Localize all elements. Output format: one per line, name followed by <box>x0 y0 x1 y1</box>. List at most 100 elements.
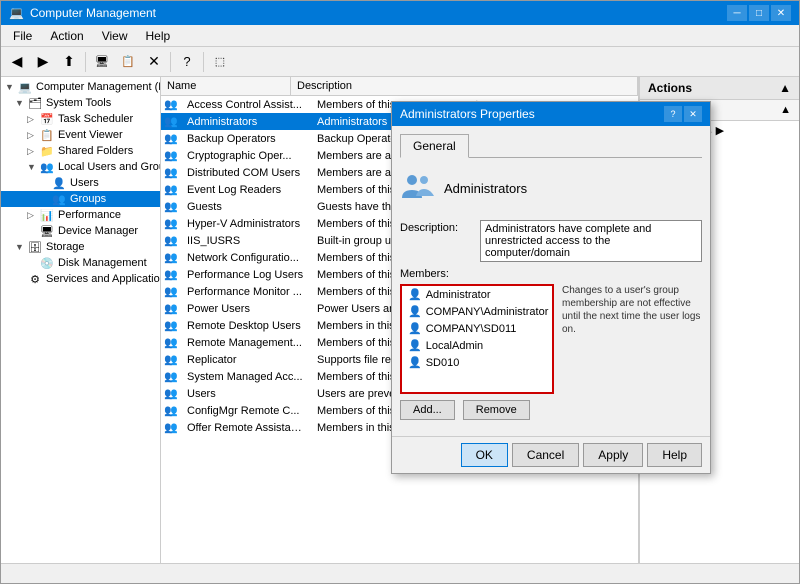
member-item[interactable]: 👤 LocalAdmin <box>402 337 552 354</box>
item-name: Performance Monitor ... <box>181 285 311 299</box>
item-name: System Managed Acc... <box>181 370 311 384</box>
tree-label-groups: Groups <box>70 193 106 205</box>
item-name: IIS_IUSRS <box>181 234 311 248</box>
dialog-help-button[interactable]: ? <box>664 106 682 122</box>
groups-icon: 👥 <box>51 192 67 206</box>
menu-view[interactable]: View <box>94 27 136 45</box>
item-name: Event Log Readers <box>181 183 311 197</box>
group-icon: 👥 <box>164 336 178 349</box>
member-icon: 👤 <box>408 288 422 301</box>
dialog-close-button[interactable]: ✕ <box>684 106 702 122</box>
tree-item-groups[interactable]: 👥 Groups <box>1 191 160 207</box>
group-large-icon <box>400 170 436 206</box>
dialog-body: General Administrators <box>392 126 710 436</box>
cancel-button[interactable]: Cancel <box>512 443 579 467</box>
member-item[interactable]: 👤 SD010 <box>402 354 552 371</box>
minimize-button[interactable]: ─ <box>727 5 747 21</box>
group-icon: 👥 <box>164 285 178 298</box>
tree-item-shared-folders[interactable]: ▷ 📁 Shared Folders <box>1 143 160 159</box>
member-item[interactable]: 👤 COMPANY\Administrator <box>402 303 552 320</box>
members-section: Members: 👤 Administrator 👤 COMPANY\Admin… <box>400 268 702 420</box>
menu-help[interactable]: Help <box>138 27 179 45</box>
forward-button[interactable]: ▶ <box>31 50 55 74</box>
group-icon: 👥 <box>164 387 178 400</box>
tree-panel: ▼ 💻 Computer Management (Local ▼ 🗂 Syste… <box>1 77 161 563</box>
ok-button[interactable]: OK <box>461 443 508 467</box>
menu-file[interactable]: File <box>5 27 40 45</box>
tree-item-users[interactable]: 👤 Users <box>1 175 160 191</box>
changes-note: Changes to a user's group membership are… <box>562 284 702 336</box>
group-icon: 👥 <box>164 234 178 247</box>
toolbar: ◀ ▶ ⬆ 🖥 📋 ✕ ? ⬚ <box>1 47 799 77</box>
add-member-button[interactable]: Add... <box>400 400 455 420</box>
show-hide-button[interactable]: 🖥 <box>90 50 114 74</box>
tree-label-performance: Performance <box>58 209 121 221</box>
toggle-icon: ▷ <box>27 210 39 221</box>
remove-member-button[interactable]: Remove <box>463 400 530 420</box>
tree-label-device-manager: Device Manager <box>58 225 138 237</box>
description-text: Administrators have complete and unrestr… <box>485 223 697 259</box>
group-icon: 👥 <box>164 166 178 179</box>
group-icon: 👥 <box>164 370 178 383</box>
group-icon: 👥 <box>164 319 178 332</box>
tree-item-services-apps[interactable]: ⚙ Services and Applications <box>1 271 160 287</box>
group-icon: 👥 <box>164 421 178 434</box>
tree-label-disk-mgmt: Disk Management <box>58 257 147 269</box>
menu-action[interactable]: Action <box>42 27 91 45</box>
members-list[interactable]: 👤 Administrator 👤 COMPANY\Administrator … <box>400 284 554 394</box>
list-header: Name Description <box>161 77 638 96</box>
tree-item-event-viewer[interactable]: ▷ 📋 Event Viewer <box>1 127 160 143</box>
toolbar-sep-3 <box>203 52 204 72</box>
actions-chevron: ▲ <box>779 81 791 95</box>
extra-button[interactable]: ⬚ <box>208 50 232 74</box>
group-icon: 👥 <box>164 251 178 264</box>
member-icon: 👤 <box>408 305 422 318</box>
dialog-title-text: Administrators Properties <box>400 107 535 121</box>
back-button[interactable]: ◀ <box>5 50 29 74</box>
tree-item-performance[interactable]: ▷ 📊 Performance <box>1 207 160 223</box>
delete-button[interactable]: ✕ <box>142 50 166 74</box>
up-button[interactable]: ⬆ <box>57 50 81 74</box>
help-button[interactable]: Help <box>647 443 702 467</box>
tree-label-services-apps: Services and Applications <box>46 273 161 285</box>
spacer <box>39 194 51 204</box>
members-label: Members: <box>400 268 702 280</box>
tree-item-system-tools[interactable]: ▼ 🗂 System Tools <box>1 95 160 111</box>
actions-title: Actions <box>648 81 692 95</box>
tree-label-users: Users <box>70 177 99 189</box>
group-icon: 👥 <box>164 268 178 281</box>
tree-item-task-scheduler[interactable]: ▷ 📅 Task Scheduler <box>1 111 160 127</box>
tree-item-computer-mgmt[interactable]: ▼ 💻 Computer Management (Local <box>1 79 160 95</box>
tree-label-computer-mgmt: Computer Management (Local <box>36 81 161 93</box>
apply-button[interactable]: Apply <box>583 443 643 467</box>
col-header-name[interactable]: Name <box>161 77 291 95</box>
device-icon: 🖥 <box>39 224 55 238</box>
member-name: LocalAdmin <box>426 340 483 352</box>
col-header-description[interactable]: Description <box>291 77 638 95</box>
tree-item-local-users[interactable]: ▼ 👥 Local Users and Groups <box>1 159 160 175</box>
maximize-button[interactable]: □ <box>749 5 769 21</box>
toggle-icon: ▷ <box>27 146 39 157</box>
properties-button[interactable]: 📋 <box>116 50 140 74</box>
add-remove-row: Add... Remove <box>400 400 702 420</box>
spacer <box>39 178 51 188</box>
item-name: ConfigMgr Remote C... <box>181 404 311 418</box>
description-label: Description: <box>400 220 480 234</box>
toggle-icon: ▼ <box>15 98 27 108</box>
tab-general[interactable]: General <box>400 134 469 158</box>
group-icon: 👥 <box>164 183 178 196</box>
services-icon: ⚙ <box>27 272 43 286</box>
tree-item-disk-mgmt[interactable]: 💿 Disk Management <box>1 255 160 271</box>
member-item[interactable]: 👤 COMPANY\SD011 <box>402 320 552 337</box>
member-item[interactable]: 👤 Administrator <box>402 286 552 303</box>
dialog-footer: OK Cancel Apply Help <box>392 436 710 473</box>
tree-item-storage[interactable]: ▼ 🗄 Storage <box>1 239 160 255</box>
help-button[interactable]: ? <box>175 50 199 74</box>
tree-item-device-manager[interactable]: 🖥 Device Manager <box>1 223 160 239</box>
folder-icon: 🗂 <box>27 96 43 110</box>
close-button[interactable]: ✕ <box>771 5 791 21</box>
description-field-row: Description: Administrators have complet… <box>400 220 702 262</box>
tree-label-task-scheduler: Task Scheduler <box>58 113 133 125</box>
item-name: Power Users <box>181 302 311 316</box>
status-bar <box>1 563 799 583</box>
